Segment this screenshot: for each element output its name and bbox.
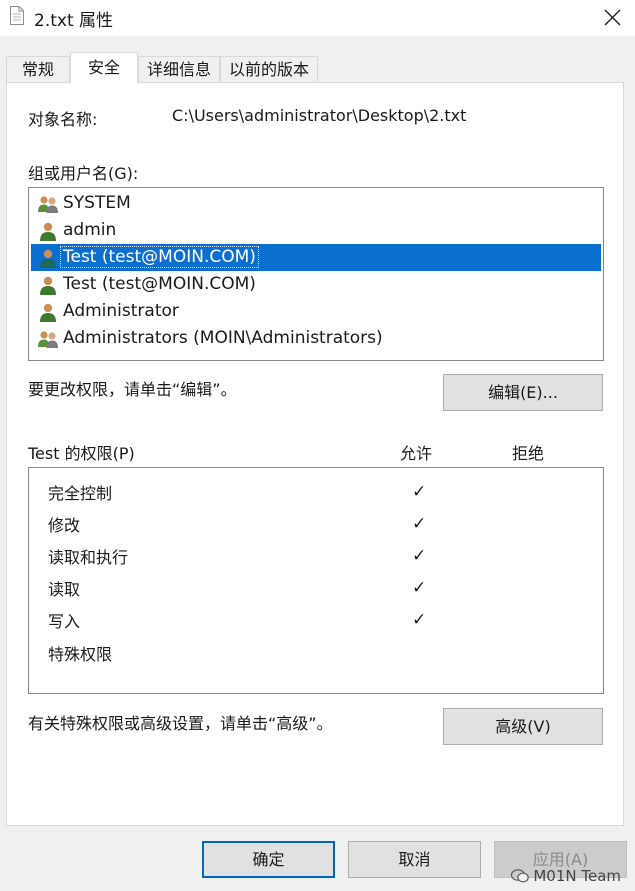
user-name: SYSTEM [63, 193, 131, 213]
allow-check-icon: ✓ [412, 578, 427, 598]
edit-hint: 要更改权限，请单击“编辑”。 [28, 380, 237, 399]
allow-check-icon: ✓ [412, 482, 427, 502]
permission-row: 写入 ✓ [29, 603, 603, 635]
permission-row: 读取 ✓ [29, 571, 603, 603]
tab-previous-versions[interactable]: 以前的版本 [220, 56, 318, 82]
group-icon [38, 196, 58, 213]
advanced-hint: 有关特殊权限或高级设置，请单击“高级”。 [28, 714, 333, 733]
watermark: M01N Team [511, 867, 621, 885]
allow-check-icon: ✓ [412, 546, 427, 566]
permission-name: 写入 [48, 612, 81, 631]
permission-name: 特殊权限 [48, 645, 113, 664]
permission-row: 完全控制 ✓ [29, 475, 603, 507]
allow-check-icon: ✓ [412, 514, 427, 534]
allow-header: 允许 [400, 444, 433, 463]
permission-name: 修改 [48, 516, 81, 535]
user-name: Administrator [63, 301, 179, 321]
advanced-button[interactable]: 高级(V) [443, 708, 603, 745]
users-listbox[interactable]: SYSTEM admin Test (test@MOIN.COM) Test (… [28, 187, 604, 361]
user-icon [40, 249, 56, 268]
permissions-list: 完全控制 ✓ 修改 ✓ 读取和执行 ✓ 读取 ✓ 写入 ✓ 特殊权限 [28, 467, 604, 694]
ok-button[interactable]: 确定 [202, 841, 335, 878]
user-icon [40, 303, 56, 322]
tab-general[interactable]: 常规 [6, 56, 70, 82]
list-item-test[interactable]: Test (test@MOIN.COM) [31, 271, 601, 298]
deny-header: 拒绝 [512, 444, 545, 463]
edit-button[interactable]: 编辑(E)... [443, 374, 603, 411]
user-name: admin [63, 220, 117, 240]
user-name: Test (test@MOIN.COM) [60, 246, 259, 268]
user-icon [40, 276, 56, 295]
user-name: Administrators (MOIN\Administrators) [63, 328, 383, 348]
list-item-test-selected[interactable]: Test (test@MOIN.COM) [31, 244, 601, 271]
window-title: 2.txt 属性 [34, 11, 114, 31]
list-item-admin[interactable]: admin [31, 217, 601, 244]
groups-label: 组或用户名(G): [28, 164, 139, 183]
permission-name: 读取 [48, 580, 81, 599]
permission-name: 完全控制 [48, 484, 113, 503]
title-bar: 2.txt 属性 [0, 0, 635, 36]
object-name-label: 对象名称: [28, 110, 98, 129]
list-item-administrator[interactable]: Administrator [31, 298, 601, 325]
chat-bubble-icon [511, 869, 530, 883]
permissions-label: Test 的权限(P) [28, 444, 135, 463]
tab-details[interactable]: 详细信息 [138, 56, 220, 82]
tab-strip: 常规 安全 详细信息 以前的版本 [0, 52, 635, 84]
permission-row: 修改 ✓ [29, 507, 603, 539]
object-name-value: C:\Users\administrator\Desktop\2.txt [172, 106, 467, 125]
file-icon [10, 6, 24, 25]
watermark-text: M01N Team [533, 867, 621, 885]
permission-row: 读取和执行 ✓ [29, 539, 603, 571]
user-name: Test (test@MOIN.COM) [63, 274, 256, 294]
group-icon [38, 331, 58, 348]
user-icon [40, 222, 56, 241]
close-button[interactable] [589, 0, 635, 36]
permission-name: 读取和执行 [48, 548, 129, 567]
cancel-button[interactable]: 取消 [348, 841, 481, 878]
permission-row: 特殊权限 [29, 636, 603, 668]
list-item-administrators[interactable]: Administrators (MOIN\Administrators) [31, 325, 601, 352]
close-icon [604, 9, 621, 26]
allow-check-icon: ✓ [412, 610, 427, 630]
tab-security[interactable]: 安全 [70, 52, 138, 84]
list-item-system[interactable]: SYSTEM [31, 190, 601, 217]
